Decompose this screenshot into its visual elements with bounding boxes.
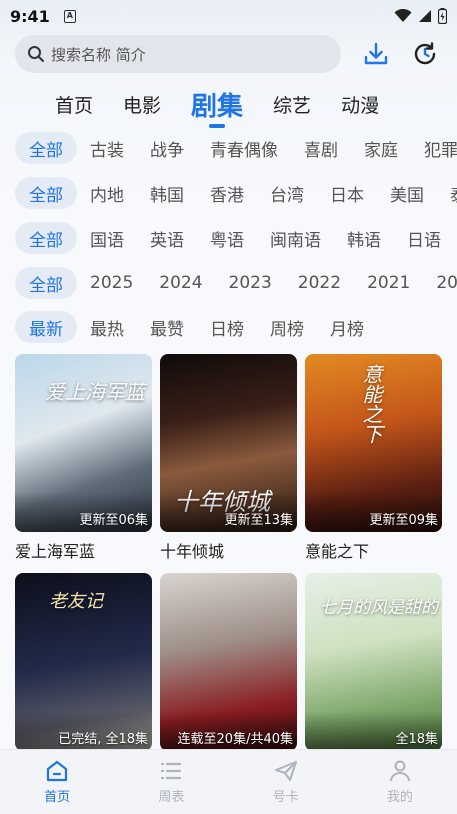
- series-card[interactable]: 爱上海军蓝 更新至06集 爱上海军蓝: [15, 354, 152, 573]
- tab-label: 号卡: [272, 789, 299, 805]
- filter-language: 全部 国语 英语 粤语 闽南语 韩语 日语: [15, 221, 457, 255]
- series-title: 意能之下: [305, 542, 370, 561]
- series-title: 爱上海军蓝: [15, 542, 96, 561]
- nav-home[interactable]: 首页: [40, 84, 108, 124]
- status-icons: [394, 8, 447, 24]
- filter-chip[interactable]: 日语: [394, 222, 454, 254]
- filter-chip[interactable]: 青春偶像: [197, 132, 291, 164]
- poster-art-title: 老友记: [49, 591, 103, 612]
- filter-region: 全部 内地 韩国 香港 台湾 日本 美国 泰国: [15, 176, 457, 210]
- list-icon: [161, 762, 182, 779]
- search-placeholder: 搜索名称 简介: [51, 45, 146, 64]
- download-button[interactable]: [356, 34, 395, 74]
- history-icon: [415, 42, 436, 65]
- filter-chip[interactable]: 日榜: [197, 311, 257, 343]
- nav-movies[interactable]: 电影: [108, 84, 176, 124]
- filter-chip[interactable]: 国语: [77, 222, 137, 254]
- sim-icon: A: [63, 9, 76, 23]
- nav-series[interactable]: 剧集: [176, 84, 258, 124]
- filter-chip[interactable]: 喜剧: [291, 132, 351, 164]
- filter-chip[interactable]: 战争: [137, 132, 197, 164]
- status-bar: 9:41 A: [0, 0, 457, 32]
- history-button[interactable]: [406, 34, 445, 74]
- filter-chip[interactable]: 韩国: [137, 177, 197, 209]
- tab-label: 首页: [44, 789, 71, 805]
- main-nav: 首页 电影 剧集 综艺 动漫: [40, 80, 457, 124]
- episode-badge: 已完结, 全18集: [58, 732, 148, 747]
- tab-home[interactable]: 首页: [0, 750, 114, 814]
- tab-label: 周表: [158, 789, 185, 805]
- filter-chip[interactable]: 泰国: [437, 177, 457, 209]
- series-grid: 爱上海军蓝 更新至06集 爱上海军蓝 十年倾城 更新至13集 十年倾城 意能之下…: [15, 354, 442, 792]
- series-title: 十年倾城: [160, 542, 225, 561]
- filter-chip[interactable]: 2025: [77, 267, 146, 299]
- tab-card[interactable]: 号卡: [229, 750, 343, 814]
- filter-chip[interactable]: 英语: [137, 222, 197, 254]
- search-input[interactable]: 搜索名称 简介: [15, 35, 342, 73]
- poster-art-title: 七月的风是甜的: [319, 598, 438, 618]
- filter-chip[interactable]: 家庭: [351, 132, 411, 164]
- tab-schedule[interactable]: 周表: [114, 750, 228, 814]
- nav-anime[interactable]: 动漫: [326, 84, 394, 124]
- poster-image: 七月的风是甜的 全18集: [305, 573, 442, 751]
- send-icon: [274, 760, 297, 781]
- bottom-tab-bar: 首页 周表 号卡 我的: [0, 749, 457, 814]
- poster-image: 十年倾城 更新至13集: [160, 354, 297, 532]
- poster-art-title: 意能之下: [359, 364, 383, 444]
- series-card[interactable]: 十年倾城 更新至13集 十年倾城: [160, 354, 297, 573]
- search-row: 搜索名称 简介: [15, 34, 445, 74]
- poster-image: 连载至20集/共40集: [160, 573, 297, 751]
- filter-sort: 最新 最热 最赞 日榜 周榜 月榜: [15, 310, 457, 344]
- filter-chip[interactable]: 韩语: [334, 222, 394, 254]
- episode-badge: 全18集: [395, 732, 438, 747]
- filter-chip[interactable]: 全部: [15, 177, 77, 209]
- filter-chip[interactable]: 最热: [77, 311, 137, 343]
- filter-chip[interactable]: 全部: [15, 222, 77, 254]
- person-icon: [389, 760, 410, 781]
- filter-year: 全部 2025 2024 2023 2022 2021 2020: [15, 266, 457, 300]
- filter-chip[interactable]: 古装: [77, 132, 137, 164]
- filter-chip[interactable]: 全部: [15, 267, 77, 299]
- filter-chip[interactable]: 台湾: [257, 177, 317, 209]
- tab-mine[interactable]: 我的: [343, 750, 457, 814]
- tab-label: 我的: [386, 789, 413, 805]
- app-root: 9:41 A 搜索名称 简介 首页 电影 剧集 综艺 动漫 全部 古装 战争 青…: [0, 0, 457, 814]
- filter-chip[interactable]: 粤语: [197, 222, 257, 254]
- wifi-icon: [394, 9, 412, 22]
- poster-image: 意能之下 更新至09集: [305, 354, 442, 532]
- episode-badge: 更新至06集: [79, 513, 148, 528]
- episode-badge: 连载至20集/共40集: [177, 732, 293, 747]
- nav-variety[interactable]: 综艺: [258, 84, 326, 124]
- filter-chip[interactable]: 2022: [285, 267, 354, 299]
- search-icon: [28, 46, 44, 62]
- filter-chip[interactable]: 2021: [354, 267, 423, 299]
- filter-chip[interactable]: 最赞: [137, 311, 197, 343]
- poster-image: 老友记 已完结, 全18集: [15, 573, 152, 751]
- filter-chip[interactable]: 香港: [197, 177, 257, 209]
- filter-chip[interactable]: 日本: [317, 177, 377, 209]
- filter-chip[interactable]: 周榜: [257, 311, 317, 343]
- filter-chip[interactable]: 2023: [216, 267, 285, 299]
- episode-badge: 更新至09集: [369, 513, 438, 528]
- filter-chip[interactable]: 2024: [146, 267, 215, 299]
- signal-icon: [419, 10, 431, 22]
- download-icon: [364, 42, 388, 65]
- status-time: 9:41: [10, 6, 50, 26]
- filter-chip[interactable]: 2020: [423, 267, 457, 299]
- episode-badge: 更新至13集: [224, 513, 293, 528]
- filter-chip[interactable]: 内地: [77, 177, 137, 209]
- filter-chip[interactable]: 最新: [15, 311, 77, 343]
- filter-chip[interactable]: 犯罪: [411, 132, 457, 164]
- home-icon: [47, 760, 68, 781]
- filter-chip[interactable]: 全部: [15, 132, 77, 164]
- poster-art-title: 爱上海军蓝: [45, 380, 145, 404]
- battery-icon: [438, 8, 447, 24]
- poster-image: 爱上海军蓝 更新至06集: [15, 354, 152, 532]
- series-card[interactable]: 意能之下 更新至09集 意能之下: [305, 354, 442, 573]
- filter-chip[interactable]: 月榜: [317, 311, 377, 343]
- filter-genre: 全部 古装 战争 青春偶像 喜剧 家庭 犯罪: [15, 131, 457, 165]
- filter-chip[interactable]: 美国: [377, 177, 437, 209]
- filter-chip[interactable]: 闽南语: [257, 222, 334, 254]
